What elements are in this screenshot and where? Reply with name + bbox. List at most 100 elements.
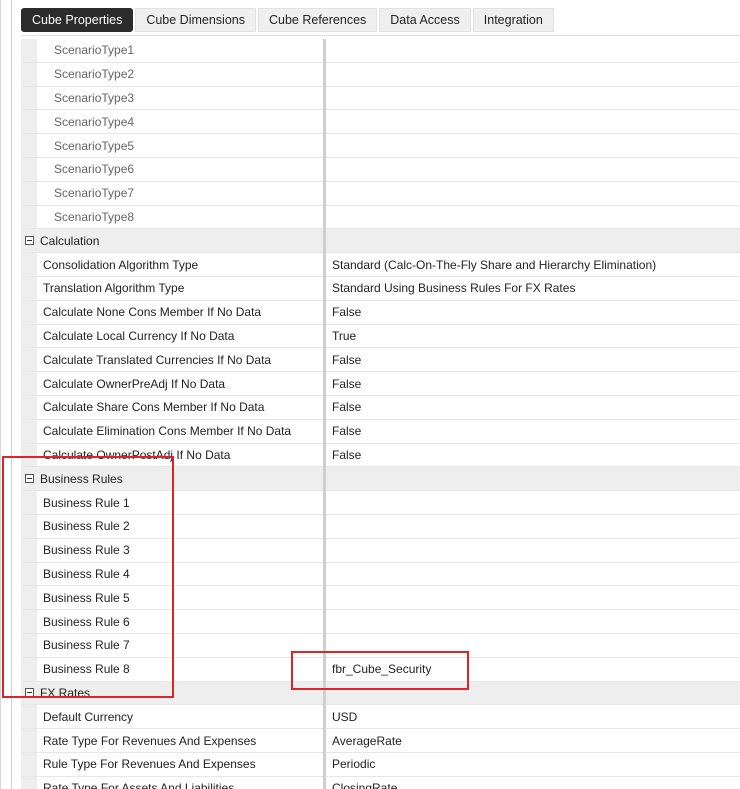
- property-row[interactable]: Calculate OwnerPostAdj If No Data False: [21, 444, 740, 468]
- property-value[interactable]: Standard Using Business Rules For FX Rat…: [332, 277, 740, 300]
- property-value[interactable]: False: [332, 301, 740, 324]
- property-row[interactable]: Calculate Share Cons Member If No Data Fa…: [21, 396, 740, 420]
- property-value[interactable]: [332, 539, 740, 562]
- property-row[interactable]: Business Rule 2: [21, 515, 740, 539]
- property-name: Rule Type For Revenues And Expenses: [43, 757, 256, 772]
- property-name: Default Currency: [43, 709, 134, 724]
- property-value[interactable]: Periodic: [332, 753, 740, 776]
- property-row[interactable]: ScenarioType4: [21, 110, 740, 135]
- property-row[interactable]: Calculate Translated Currencies If No Da…: [21, 348, 740, 373]
- property-row[interactable]: Business Rule 1: [21, 491, 740, 515]
- property-value[interactable]: False: [332, 444, 740, 467]
- property-name: ScenarioType4: [54, 114, 135, 129]
- property-row[interactable]: ScenarioType7: [21, 182, 740, 206]
- column-splitter[interactable]: [323, 39, 326, 789]
- tab-cube-properties[interactable]: Cube Properties: [21, 8, 134, 32]
- tab-integration[interactable]: Integration: [472, 8, 554, 32]
- property-value[interactable]: [332, 563, 740, 586]
- property-value[interactable]: [332, 206, 740, 229]
- category-row[interactable]: Business Rules: [21, 467, 740, 492]
- property-row[interactable]: ScenarioType3: [21, 87, 740, 111]
- property-value[interactable]: Standard (Calc-On-The-Fly Share and Hier…: [332, 253, 740, 276]
- property-name: Business Rule 4: [43, 566, 130, 581]
- property-row[interactable]: Translation Algorithm Type Standard Using…: [21, 277, 740, 301]
- property-row[interactable]: Calculate OwnerPreAdj If No Data False: [21, 372, 740, 396]
- collapse-icon[interactable]: [25, 474, 34, 484]
- tab-bar: Cube Properties Cube Dimensions Cube Ref…: [21, 8, 556, 34]
- property-name: Rate Type For Revenues And Expenses: [43, 733, 257, 748]
- property-value[interactable]: [332, 610, 740, 633]
- collapse-icon[interactable]: [25, 688, 34, 698]
- category-row[interactable]: FX Rates: [21, 681, 740, 706]
- property-name: Business Rule 3: [43, 543, 130, 558]
- property-value[interactable]: USD: [332, 705, 740, 728]
- property-name: Consolidation Algorithm Type: [43, 257, 199, 272]
- tab-data-access[interactable]: Data Access: [379, 8, 471, 32]
- property-name: Calculate Translated Currencies If No Da…: [43, 352, 272, 367]
- property-value[interactable]: fbr_Cube_Security: [332, 658, 740, 681]
- property-value[interactable]: False: [332, 372, 740, 395]
- property-row[interactable]: Business Rule 8 fbr_Cube_Security: [21, 658, 740, 682]
- property-name: Business Rule 5: [43, 590, 130, 605]
- property-row[interactable]: Consolidation Algorithm Type Standard (Ca…: [21, 253, 740, 277]
- category-label: FX Rates: [21, 682, 308, 705]
- property-value[interactable]: False: [332, 396, 740, 419]
- property-value[interactable]: ClosingRate: [332, 777, 740, 789]
- property-row[interactable]: ScenarioType8: [21, 206, 740, 230]
- tab-divider: [21, 35, 740, 36]
- property-grid: ScenarioType1 ScenarioType2 ScenarioType3 S…: [21, 39, 740, 789]
- property-row[interactable]: Business Rule 5: [21, 586, 740, 611]
- property-name: ScenarioType8: [54, 209, 135, 224]
- property-name: ScenarioType6: [54, 162, 135, 177]
- property-value[interactable]: [332, 63, 740, 86]
- property-name: ScenarioType2: [54, 67, 135, 82]
- property-row[interactable]: Business Rule 4: [21, 563, 740, 587]
- property-name: Calculate OwnerPostAdj If No Data: [43, 447, 231, 462]
- category-row[interactable]: Calculation: [21, 229, 740, 254]
- property-value[interactable]: AverageRate: [332, 729, 740, 752]
- property-value[interactable]: [332, 110, 740, 133]
- property-value[interactable]: [332, 39, 740, 62]
- property-row[interactable]: ScenarioType1: [21, 39, 740, 63]
- property-value[interactable]: [332, 87, 740, 110]
- property-row[interactable]: Rule Type For Revenues And Expenses Perio…: [21, 753, 740, 777]
- property-value[interactable]: [332, 182, 740, 205]
- property-value[interactable]: False: [332, 420, 740, 443]
- property-row[interactable]: Business Rule 3: [21, 539, 740, 563]
- property-name: Business Rule 6: [43, 614, 130, 629]
- property-name: Calculate Local Currency If No Data: [43, 328, 235, 343]
- property-row[interactable]: Calculate None Cons Member If No Data Fal…: [21, 301, 740, 325]
- property-value[interactable]: [332, 586, 740, 609]
- property-value[interactable]: [332, 491, 740, 514]
- property-value[interactable]: False: [332, 348, 740, 371]
- tab-cube-references[interactable]: Cube References: [258, 8, 378, 32]
- property-row[interactable]: Business Rule 7: [21, 634, 740, 658]
- property-value[interactable]: True: [332, 325, 740, 348]
- property-name: Business Rule 2: [43, 519, 130, 534]
- property-row[interactable]: Calculate Local Currency If No Data True: [21, 325, 740, 349]
- property-name: Business Rule 8: [43, 662, 130, 677]
- property-value[interactable]: [332, 158, 740, 181]
- property-value[interactable]: [332, 634, 740, 657]
- category-title: Business Rules: [40, 471, 123, 486]
- property-value[interactable]: [332, 515, 740, 538]
- property-name: Business Rule 1: [43, 495, 130, 510]
- property-name: ScenarioType3: [54, 90, 135, 105]
- property-row[interactable]: Business Rule 6: [21, 610, 740, 634]
- property-row[interactable]: ScenarioType5: [21, 134, 740, 158]
- property-row[interactable]: Calculate Elimination Cons Member If No …: [21, 420, 740, 444]
- collapse-icon[interactable]: [25, 236, 34, 246]
- property-row[interactable]: Rate Type For Assets And Liabilities Clos…: [21, 777, 740, 789]
- category-title: FX Rates: [40, 685, 91, 700]
- property-row[interactable]: Rate Type For Revenues And Expenses Avera…: [21, 729, 740, 753]
- tab-cube-dimensions[interactable]: Cube Dimensions: [135, 8, 256, 32]
- property-name: Rate Type For Assets And Liabilities: [43, 781, 235, 789]
- property-name: Calculate Share Cons Member If No Data: [43, 400, 265, 415]
- category-label: Business Rules: [21, 467, 308, 490]
- property-name: Calculate None Cons Member If No Data: [43, 305, 262, 320]
- property-row[interactable]: ScenarioType2: [21, 63, 740, 87]
- property-name: ScenarioType7: [54, 186, 135, 201]
- property-row[interactable]: Default Currency USD: [21, 705, 740, 730]
- property-row[interactable]: ScenarioType6: [21, 158, 740, 182]
- property-value[interactable]: [332, 134, 740, 157]
